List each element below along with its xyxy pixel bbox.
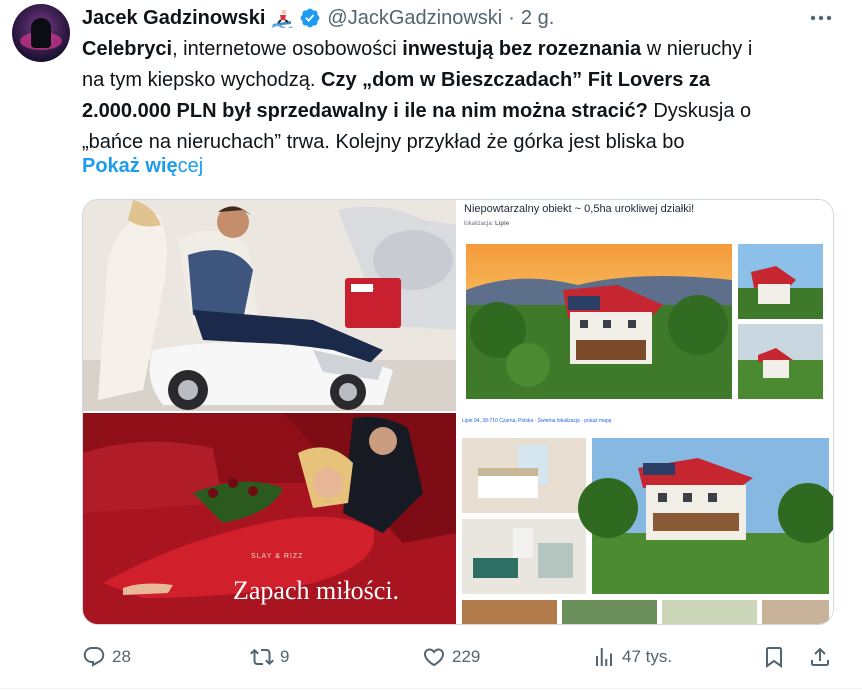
media-grid[interactable]: DKMS SLAY & RIZZ Zapach miłości. Niepowt… [82, 199, 834, 625]
media-image-house-listing[interactable]: Niepowtarzalny obiekt ~ 0,5ha urokliwej … [458, 200, 833, 411]
bookmark-button[interactable] [762, 640, 786, 674]
reply-button[interactable]: 28 [82, 640, 131, 674]
tweet-line-1: Celebryci, internetowe osobowości inwest… [82, 38, 753, 60]
box-brand-label: DKMS [353, 285, 374, 292]
share-button[interactable] [808, 640, 832, 674]
media-image-perfume-ad[interactable]: SLAY & RIZZ Zapach miłości. [83, 413, 456, 624]
timestamp[interactable]: 2 g. [521, 7, 554, 30]
retweet-button[interactable]: 9 [250, 640, 289, 674]
reply-count: 28 [112, 647, 131, 666]
separator-dot: · [508, 6, 515, 29]
share-icon [811, 647, 829, 666]
avatar[interactable] [12, 4, 70, 62]
retweet-icon [250, 648, 274, 666]
perfume-caption: Zapach miłości. [233, 576, 400, 605]
views-count: 47 tys. [622, 647, 673, 666]
tweet-line-3: 2.000.000 PLN był sprzedawalny i ile na … [82, 100, 752, 122]
like-button[interactable]: 229 [422, 640, 480, 674]
perfume-brand: SLAY & RIZZ [251, 553, 304, 560]
tweet-line-2: na tym kiepsko wychodzą. Czy „dom w Bies… [82, 69, 710, 91]
retweet-count: 9 [280, 647, 290, 666]
views-button[interactable]: 47 tys. [592, 640, 672, 674]
action-bar: 28 9 229 47 tys. [0, 640, 862, 674]
more-options-icon[interactable] [806, 8, 836, 28]
author-handle[interactable]: @JackGadzinowski [327, 7, 502, 30]
author-name[interactable]: Jacek Gadzinowski [82, 7, 265, 30]
views-icon [596, 648, 612, 666]
tweet-header: Jacek Gadzinowski @JackGadzinowski · 2 g… [82, 6, 554, 30]
reply-icon [83, 647, 105, 667]
media-image-toy-car[interactable]: DKMS [83, 200, 456, 411]
like-icon [423, 648, 445, 667]
verified-badge-icon[interactable] [299, 7, 321, 29]
media-image-house-gallery[interactable]: Lipie 94, 38-710 Czarna, Polska · Świetn… [458, 413, 833, 624]
tweet-text: Celebryci, internetowe osobowości inwest… [82, 34, 842, 158]
show-more-link[interactable]: Pokaż więcej [82, 151, 203, 182]
like-count: 229 [452, 647, 481, 666]
bookmark-icon [766, 647, 782, 668]
tweet[interactable]: Jacek Gadzinowski @JackGadzinowski · 2 g… [0, 0, 862, 691]
divider [0, 688, 862, 689]
surfer-emoji-icon [271, 8, 294, 30]
